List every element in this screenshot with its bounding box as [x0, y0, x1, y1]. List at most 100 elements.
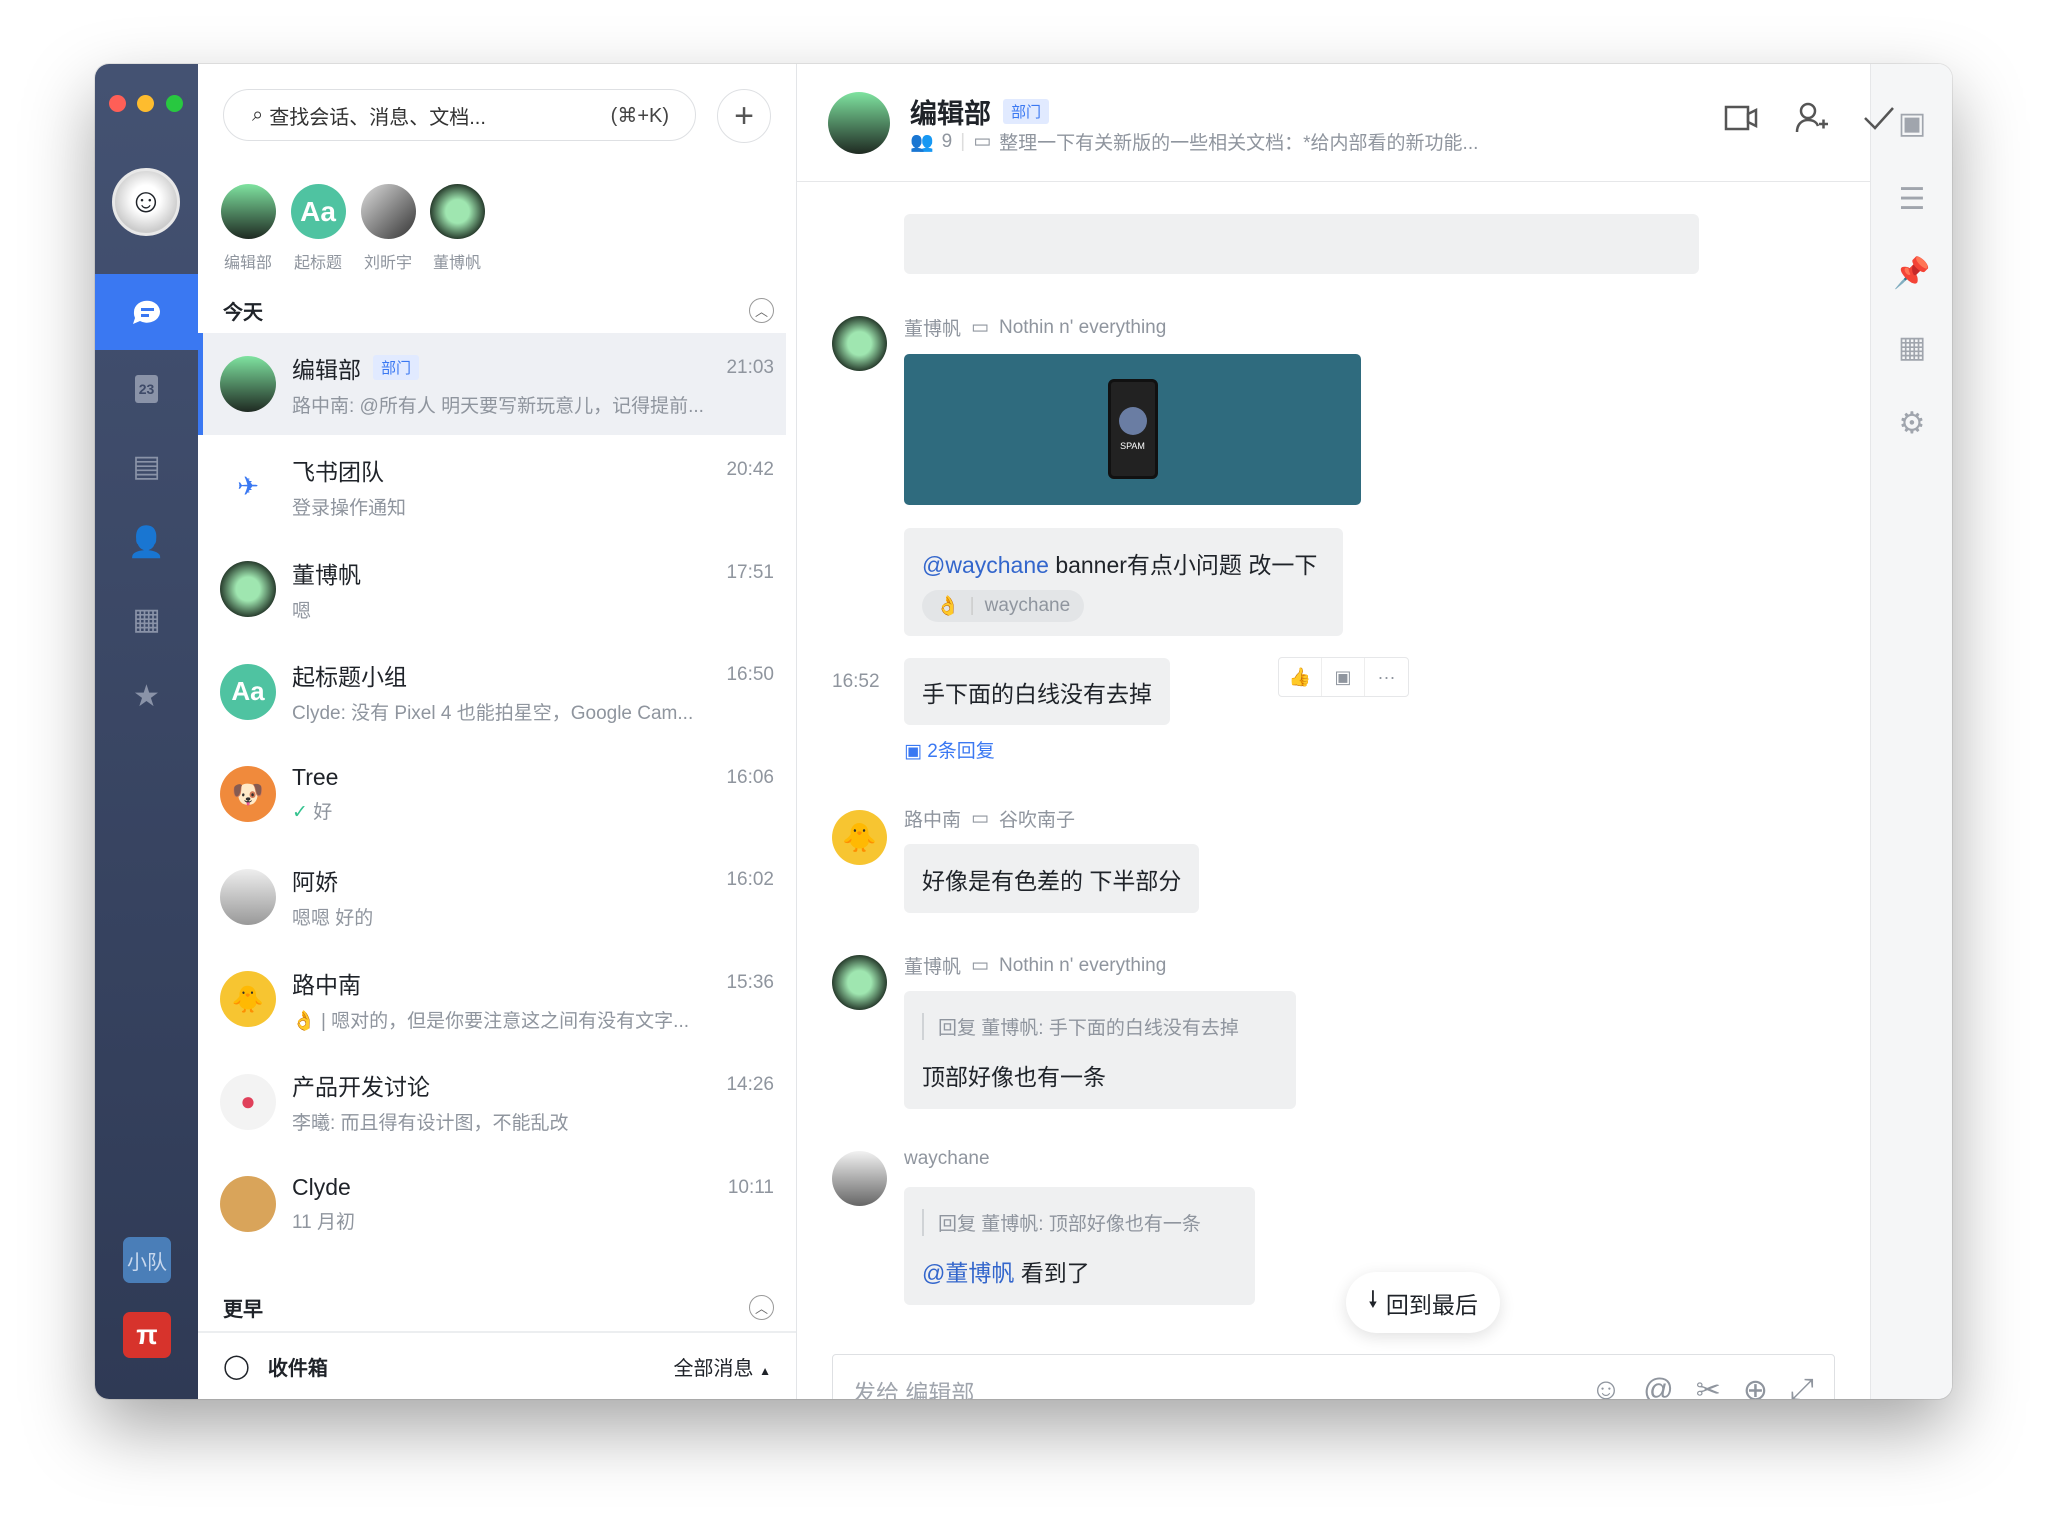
nav-contacts-icon[interactable]: 👤	[95, 512, 198, 572]
chat-list-item[interactable]: 阿娇 16:02 嗯嗯 好的	[198, 846, 786, 948]
minimize-window-button[interactable]	[137, 95, 154, 112]
replies-link[interactable]: ▣ 2条回复	[904, 736, 995, 763]
team-button[interactable]: 小队	[123, 1237, 171, 1283]
sender-avatar[interactable]	[832, 1151, 887, 1206]
chat-list-item[interactable]: Clyde 10:11 11 月初	[198, 1153, 786, 1255]
chat-preview: Clyde: 没有 Pixel 4 也能拍星空，Google Cam...	[292, 703, 694, 724]
pinned-chat[interactable]: Aa 起标题	[288, 184, 348, 273]
sender-name[interactable]: 董博帆	[904, 314, 961, 341]
close-window-button[interactable]	[109, 95, 126, 112]
reply-icon[interactable]: ▣	[1322, 658, 1365, 696]
group-avatar	[220, 184, 276, 239]
chat-name: 董博帆	[292, 561, 361, 588]
mention-icon[interactable]: @	[1643, 1373, 1673, 1399]
chat-list-item[interactable]: 编辑部 部门 21:03 路中南: @所有人 明天要写新玩意儿，记得提前...	[198, 333, 786, 435]
pin-icon[interactable]: 📌	[1871, 256, 1952, 291]
nav-chat-icon[interactable]	[95, 274, 198, 350]
expand-icon[interactable]: ⤢	[1790, 1373, 1814, 1399]
sender-avatar[interactable]	[832, 316, 887, 371]
quoted-reply[interactable]: 回复 董博帆: 顶部好像也有一条	[922, 1209, 1237, 1236]
maximize-window-button[interactable]	[166, 95, 183, 112]
more-icon[interactable]: ···	[1365, 658, 1408, 696]
sender-line: 董博帆 ▭ Nothin n' everything	[904, 952, 1166, 979]
chat-list-item[interactable]: 董博帆 17:51 嗯	[198, 538, 786, 640]
chat-preview: 嗯	[292, 600, 312, 622]
sender-line: 董博帆 ▭ Nothin n' everything	[904, 314, 1166, 341]
pinned-chat[interactable]: 编辑部	[218, 184, 278, 273]
message-text: 看到了	[1020, 1260, 1090, 1286]
app-window: ☺ 23 ▤ 👤 ▦ ★ 小队 π ⌕ 查找会话、消息、文档... (⌘+K) …	[95, 64, 1952, 1399]
message-bubble: 手下面的白线没有去掉	[904, 658, 1170, 725]
chat-time: 14:26	[726, 1074, 774, 1095]
chat-time: 21:03	[726, 356, 774, 378]
user-avatar[interactable]: ☺	[112, 168, 180, 236]
chat-list-item[interactable]: 🐶 Tree 16:06 ✓ 好	[198, 743, 786, 845]
sender-name[interactable]: waychane	[904, 1148, 990, 1170]
add-attachment-icon[interactable]: ⊕	[1743, 1373, 1768, 1399]
chat-time: 17:51	[726, 561, 774, 583]
jump-to-latest-button[interactable]: 🠗 回到最后	[1346, 1272, 1500, 1333]
search-placeholder: 查找会话、消息、文档...	[269, 106, 486, 129]
sender-line: waychane	[904, 1148, 990, 1170]
collapse-icon[interactable]: ︿	[749, 298, 774, 323]
nav-apps-icon[interactable]: ▦	[95, 589, 198, 649]
pinned-chat[interactable]: 刘昕宇	[358, 184, 418, 273]
chat-name: 路中南	[292, 971, 361, 998]
chat-name: 编辑部	[292, 356, 361, 383]
message-actions: 👍 ▣ ···	[1278, 657, 1409, 697]
thumbs-up-icon[interactable]: 👍	[1279, 658, 1322, 696]
inbox-label[interactable]: 收件箱	[268, 1352, 328, 1381]
mention-link[interactable]: @waychane	[922, 552, 1049, 578]
pinned-name: 刘昕宇	[363, 255, 412, 272]
previous-message-bubble	[904, 214, 1699, 274]
settings-gear-icon[interactable]: ⚙	[1871, 406, 1952, 441]
add-member-icon[interactable]	[1795, 102, 1829, 142]
chat-preview: 好	[313, 802, 333, 823]
chat-main: 编辑部 部门 👥 9 | ▭ 整理一下有关新版的一些相关文档：*给内部看的新功能..…	[797, 64, 1894, 1399]
chat-list-item[interactable]: Aa 起标题小组 16:50 Clyde: 没有 Pixel 4 也能拍星空，Go…	[198, 641, 786, 743]
chat-avatar	[220, 1176, 276, 1232]
mention-link[interactable]: @董博帆	[922, 1260, 1014, 1286]
chat-title: 编辑部	[910, 99, 991, 129]
app-pi-button[interactable]: π	[123, 1312, 171, 1358]
sender-avatar[interactable]	[832, 955, 887, 1010]
sender-name[interactable]: 路中南	[904, 805, 961, 832]
image-attachment[interactable]: SPAM	[904, 354, 1361, 505]
inbox-bar: ◯ 收件箱 全部消息 ▲	[198, 1331, 796, 1399]
message-text: banner有点小问题 改一下	[1055, 552, 1318, 578]
chat-avatar: Aa	[220, 663, 276, 720]
section-earlier: 更早 ︿	[223, 1293, 774, 1322]
message-input[interactable]: 发给 编辑部 ☺ @ ✂ ⊕ ⤢	[832, 1354, 1835, 1399]
calendar-day: 23	[134, 375, 159, 403]
chat-list-item[interactable]: ● 产品开发讨论 14:26 李曦: 而且得有设计图，不能乱改	[198, 1051, 786, 1153]
chat-list-item[interactable]: 🐥 路中南 15:36 👌 | 嗯对的，但是你要注意这之间有没有文字...	[198, 948, 786, 1050]
search-history-icon[interactable]: ☰	[1871, 182, 1952, 217]
nav-calendar-icon[interactable]: 23	[95, 359, 198, 419]
quoted-reply[interactable]: 回复 董博帆: 手下面的白线没有去掉	[922, 1013, 1278, 1040]
nav-docs-icon[interactable]: ▤	[95, 436, 198, 496]
screenshot-scissors-icon[interactable]: ✂	[1696, 1373, 1721, 1399]
message-bubble: @waychane banner有点小问题 改一下 👌 | waychane	[904, 528, 1343, 636]
emoji-icon[interactable]: ☺	[1591, 1373, 1622, 1399]
done-check-icon[interactable]	[1863, 104, 1895, 140]
reaction-chip[interactable]: 👌 | waychane	[922, 590, 1085, 622]
chat-list-item[interactable]: ✈ 飞书团队 20:42 登录操作通知	[198, 436, 786, 538]
collapse-icon[interactable]: ︿	[749, 1295, 774, 1320]
search-input[interactable]: ⌕ 查找会话、消息、文档... (⌘+K)	[223, 89, 696, 141]
create-button[interactable]: +	[717, 89, 771, 143]
nav-favorites-icon[interactable]: ★	[95, 666, 198, 726]
sender-status: Nothin n' everything	[998, 954, 1167, 976]
chat-name: 飞书团队	[292, 459, 384, 485]
user-avatar	[429, 184, 485, 239]
video-call-icon[interactable]	[1724, 104, 1758, 140]
group-avatar	[828, 92, 890, 154]
chat-preview: 嗯嗯 好的	[292, 908, 374, 929]
message-bubble: 回复 董博帆: 手下面的白线没有去掉 顶部好像也有一条	[904, 991, 1296, 1109]
message-filter-dropdown[interactable]: 全部消息 ▲	[674, 1352, 771, 1381]
sender-avatar[interactable]: 🐥	[832, 810, 887, 865]
member-count[interactable]: 9	[942, 131, 953, 153]
calendar-settings-icon[interactable]: ▦	[1871, 330, 1952, 365]
sender-name[interactable]: 董博帆	[904, 952, 961, 979]
pinned-chat[interactable]: 董博帆	[427, 184, 487, 273]
announcement-text[interactable]: 整理一下有关新版的一些相关文档：*给内部看的新功能...	[999, 128, 1478, 155]
